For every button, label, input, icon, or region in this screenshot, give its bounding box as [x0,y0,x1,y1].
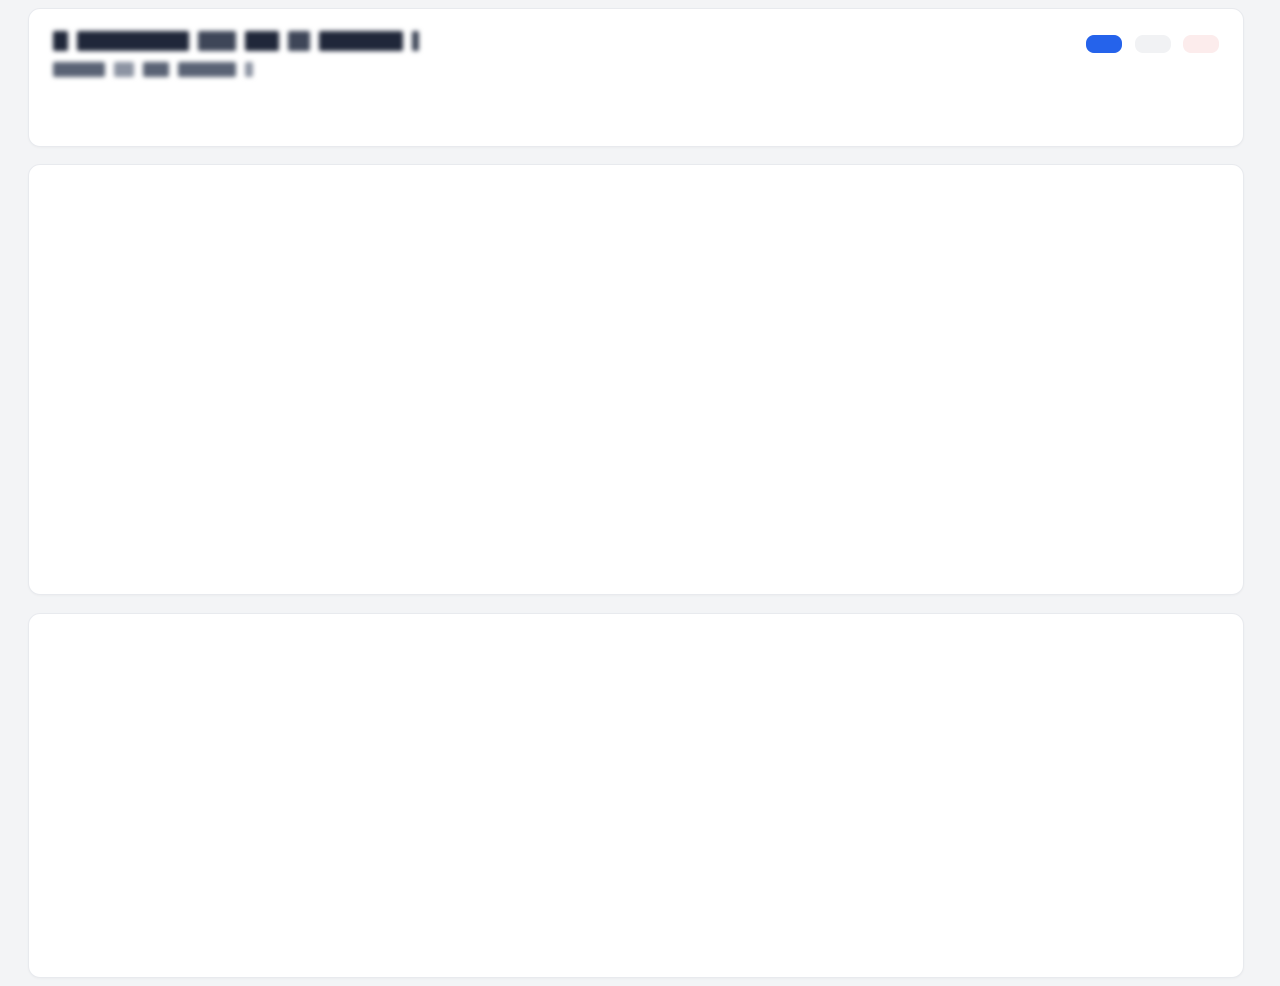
delete-button[interactable] [1183,35,1219,53]
project-title-redacted [53,31,1219,51]
header-actions [1078,31,1219,53]
project-header-card [28,8,1244,147]
top-distribution-card [28,164,1244,595]
top-distribution-chart [53,193,1221,507]
settings-button[interactable] [1134,35,1171,53]
check-now-button[interactable] [1086,35,1123,53]
positions-card [28,613,1244,978]
project-url-redacted [53,62,1219,77]
